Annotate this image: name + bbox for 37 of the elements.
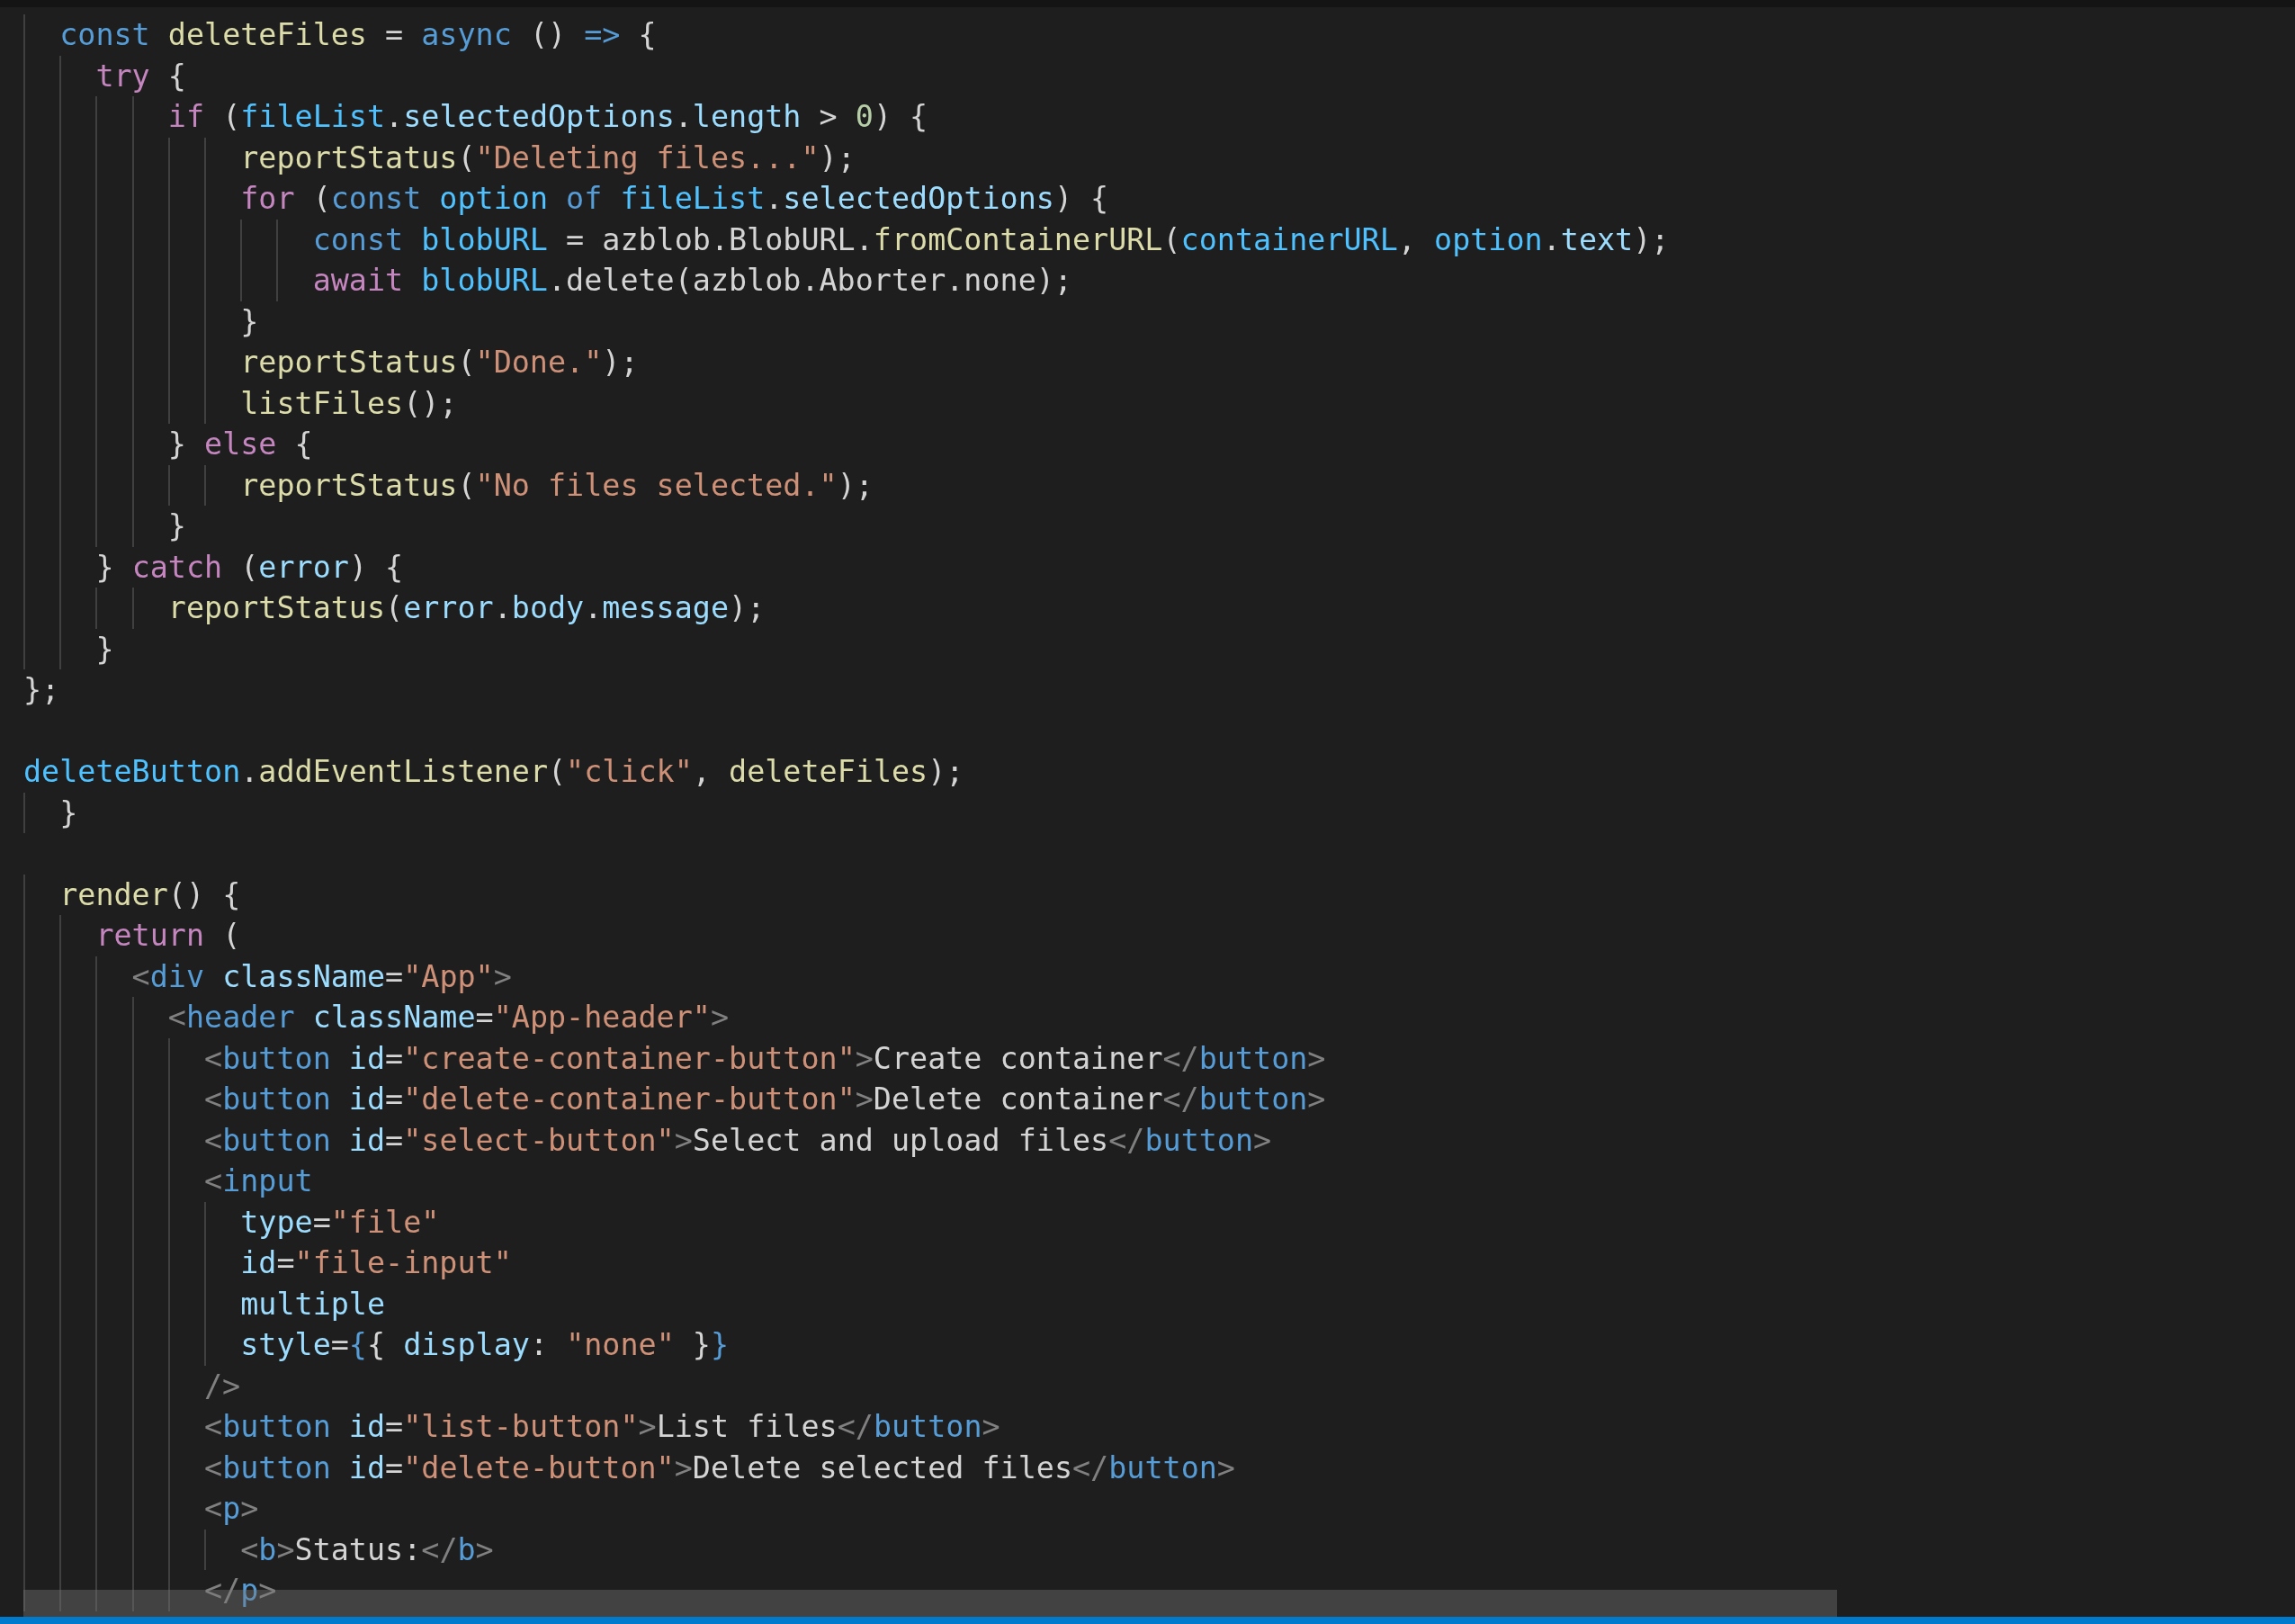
code-line: <button id="list-button">List files</button> [204,1408,1000,1446]
code-line: multiple [240,1285,386,1323]
code-line: /> [204,1367,241,1405]
code-line: } [240,302,259,341]
code-line: <b>Status:</b> [240,1530,494,1569]
code-line: <button id="delete-button">Delete selected files</button> [204,1449,1235,1487]
code-line: reportStatus(error.body.message); [167,589,766,627]
code-line: listFiles(); [240,384,458,423]
code-line: type="file" [240,1203,440,1242]
code-line: <button id="select-button">Select and upload files</button> [204,1121,1272,1160]
code-line: id="file-input" [240,1244,512,1282]
code-line: reportStatus("No files selected."); [240,466,874,505]
code-line: }; [23,671,60,709]
code-line: <button id="create-container-button">Create container</button> [204,1039,1326,1078]
code-line: } [167,507,186,545]
code-line: for (const option of fileList.selectedOptions) { [240,180,1109,218]
code-line: reportStatus("Deleting files..."); [240,139,856,177]
code-line: </p> [204,1572,277,1610]
code-line: await blobURL.delete(azblob.Aborter.none); [312,262,1072,300]
code-line: <header className="App-header"> [167,999,730,1036]
code-line: <input [204,1162,313,1200]
code-line: render() { [59,875,241,914]
code-line: <div className="App"> [131,957,512,996]
code-line: <button id="delete-container-button">Delete container</button> [204,1081,1326,1118]
code-line: if (fileList.selectedOptions.length > 0) { [167,98,928,136]
code-line: reportStatus("Done."); [240,344,639,381]
code-line: } [95,630,114,668]
code-line: deleteButton.addEventListener("click", deleteFiles); [23,753,964,791]
code-line: } else { [167,426,313,463]
code-line: try { [95,57,186,95]
code-line: return ( [95,917,241,955]
code-line: } catch (error) { [95,548,404,587]
code-line: } [59,794,78,832]
code-line: const deleteFiles = async () => { [59,16,657,54]
code-line: <p> [204,1490,259,1528]
code-line: const blobURL = azblob.BlobURL.fromContainerURL(containerURL, option.text); [312,220,1670,259]
code-line: style={{ display: "none" }} [240,1326,730,1364]
